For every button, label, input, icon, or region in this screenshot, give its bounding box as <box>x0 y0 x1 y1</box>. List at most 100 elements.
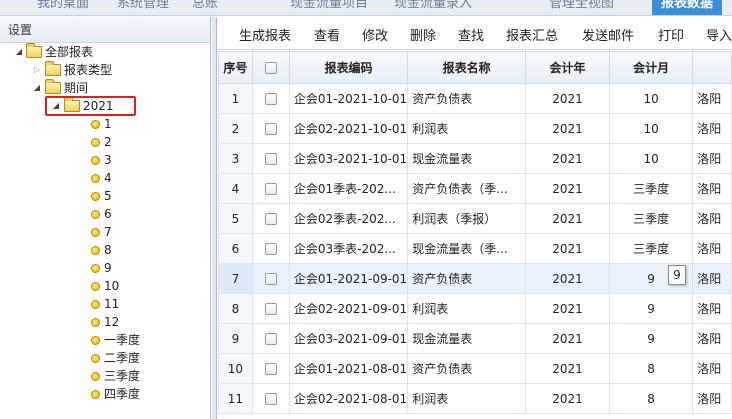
table-row[interactable]: 4 企会01季表-202... 资产负债表（季... 2021 三季度 洛阳 <box>218 173 732 204</box>
row-select-checkbox[interactable] <box>264 393 277 405</box>
row-select-checkbox[interactable] <box>264 153 277 165</box>
cell-extra[interactable]: 洛阳 <box>692 203 732 234</box>
tree-leaf-quarter-1[interactable]: 一季度 <box>0 331 200 349</box>
send-email-button[interactable]: 发送邮件 <box>582 25 634 44</box>
cell-fiscal-year[interactable]: 2021 <box>524 203 611 234</box>
tree-leaf-month-2[interactable]: 2 <box>0 133 200 151</box>
cell-extra[interactable]: 洛阳 <box>692 383 732 414</box>
tree-leaf-quarter-4[interactable]: 四季度 <box>0 385 200 403</box>
cell-fiscal-month[interactable]: 9 <box>609 323 694 354</box>
column-header-name[interactable]: 报表名称 <box>407 51 526 84</box>
cell-fiscal-month[interactable]: 10 <box>609 143 694 174</box>
table-row[interactable]: 3 企会03-2021-10-01 现金流量表 2021 10 洛阳 <box>218 143 732 174</box>
cell-fiscal-year[interactable]: 2021 <box>524 323 611 354</box>
cell-fiscal-month[interactable]: 8 <box>609 353 694 384</box>
tree-leaf-month-10[interactable]: 10 <box>0 277 200 295</box>
tree-leaf-month-1[interactable]: 1 <box>0 115 200 133</box>
row-select-checkbox[interactable] <box>264 183 277 195</box>
cell-extra[interactable]: 洛阳 <box>692 263 732 294</box>
cell-report-name[interactable]: 利润表（季报） <box>407 203 526 234</box>
tree-leaf-month-6[interactable]: 6 <box>0 205 200 223</box>
cell-seq[interactable]: 5 <box>218 203 253 234</box>
cell-report-code[interactable]: 企会02-2021-10-01 <box>288 113 409 144</box>
tab-cash-flow-entry[interactable]: 现金流量录入 <box>390 0 476 15</box>
cell-fiscal-year[interactable]: 2021 <box>524 353 611 384</box>
cell-report-name[interactable]: 资产负债表 <box>407 83 526 114</box>
report-summary-button[interactable]: 报表汇总 <box>506 25 558 44</box>
tree-node-all-reports[interactable]: ◢ 全部报表 <box>0 43 200 61</box>
cell-extra[interactable]: 洛阳 <box>692 293 732 324</box>
tab-my-desktop[interactable]: 我的桌面 <box>33 0 93 15</box>
tree-leaf-month-4[interactable]: 4 <box>0 169 200 187</box>
column-header-code[interactable]: 报表编码 <box>288 51 409 84</box>
cell-report-name[interactable]: 利润表 <box>407 293 526 324</box>
tree-leaf-month-3[interactable]: 3 <box>0 151 200 169</box>
cell-report-code[interactable]: 企会03季表-202... <box>288 233 409 264</box>
cell-seq[interactable]: 6 <box>218 233 253 264</box>
column-header-seq[interactable]: 序号 <box>218 51 253 84</box>
cell-fiscal-month[interactable]: 三季度 <box>609 203 694 234</box>
column-header-select-all[interactable] <box>251 51 290 84</box>
cell-seq[interactable]: 9 <box>218 323 253 354</box>
cell-seq[interactable]: 4 <box>218 173 253 204</box>
cell-extra[interactable]: 洛阳 <box>692 353 732 384</box>
table-row[interactable]: 5 企会02季表-202... 利润表（季报） 2021 三季度 洛阳 <box>218 203 732 234</box>
cell-report-name[interactable]: 资产负债表（季... <box>407 173 526 204</box>
tree-leaf-month-9[interactable]: 9 <box>0 259 200 277</box>
cell-report-name[interactable]: 利润表 <box>407 383 526 414</box>
cell-extra[interactable]: 洛阳 <box>692 173 732 204</box>
cell-report-code[interactable]: 企会01-2021-10-01 <box>288 83 409 114</box>
table-row[interactable]: 11 企会02-2021-08-01 利润表 2021 8 洛阳 <box>218 383 732 414</box>
delete-button[interactable]: 删除 <box>410 25 436 44</box>
column-header-month[interactable]: 会计月 <box>609 51 694 84</box>
tree-leaf-quarter-3[interactable]: 三季度 <box>0 367 200 385</box>
cell-fiscal-year[interactable]: 2021 <box>524 113 611 144</box>
cell-fiscal-year[interactable]: 2021 <box>524 173 611 204</box>
cell-fiscal-month[interactable]: 9 <box>609 293 694 324</box>
cell-fiscal-month[interactable]: 8 <box>609 383 694 414</box>
import-button[interactable]: 导入 <box>706 25 732 44</box>
column-header-extra[interactable] <box>692 51 732 84</box>
cell-report-code[interactable]: 企会01季表-202... <box>288 173 409 204</box>
cell-report-name[interactable]: 资产负债表 <box>407 263 526 294</box>
view-button[interactable]: 查看 <box>314 25 340 44</box>
tree-node-period[interactable]: ◢ 期间 <box>0 79 200 97</box>
row-select-checkbox[interactable] <box>264 213 277 225</box>
generate-report-button[interactable]: 生成报表 <box>239 25 291 44</box>
cell-report-name[interactable]: 资产负债表 <box>407 353 526 384</box>
column-header-year[interactable]: 会计年 <box>524 51 611 84</box>
tree-leaf-month-7[interactable]: 7 <box>0 223 200 241</box>
table-row[interactable]: 8 企会02-2021-09-01 利润表 2021 9 洛阳 <box>218 293 732 324</box>
tab-system-management[interactable]: 系统管理 <box>113 0 173 15</box>
cell-fiscal-year[interactable]: 2021 <box>524 263 611 294</box>
cell-extra[interactable]: 洛阳 <box>692 113 732 144</box>
expanded-arrow-icon[interactable]: ◢ <box>14 43 24 61</box>
cell-report-code[interactable]: 企会02-2021-09-01 <box>288 293 409 324</box>
cell-report-code[interactable]: 企会02-2021-08-01 <box>288 383 409 414</box>
cell-report-name[interactable]: 现金流量表 <box>407 143 526 174</box>
select-all-checkbox[interactable] <box>264 62 277 74</box>
row-select-checkbox[interactable] <box>264 243 277 255</box>
cell-extra[interactable]: 洛阳 <box>692 323 732 354</box>
row-select-checkbox[interactable] <box>264 93 277 105</box>
cell-report-name[interactable]: 利润表 <box>407 113 526 144</box>
tree-leaf-month-11[interactable]: 11 <box>0 295 200 313</box>
cell-fiscal-month[interactable]: 10 <box>609 83 694 114</box>
row-select-checkbox[interactable] <box>264 303 277 315</box>
table-row[interactable]: 6 企会03季表-202... 现金流量表（季... 2021 三季度 洛阳 <box>218 233 732 264</box>
cell-seq[interactable]: 3 <box>218 143 253 174</box>
table-row[interactable]: 1 企会01-2021-10-01 资产负债表 2021 10 洛阳 <box>218 83 732 114</box>
cell-extra[interactable]: 洛阳 <box>692 143 732 174</box>
cell-seq[interactable]: 2 <box>218 113 253 144</box>
tree-leaf-month-5[interactable]: 5 <box>0 187 200 205</box>
table-row[interactable]: 7 企会01-2021-09-01 资产负债表 2021 9 洛阳 <box>218 263 732 294</box>
tab-cash-flow-items[interactable]: 现金流量项目 <box>286 0 372 15</box>
cell-fiscal-year[interactable]: 2021 <box>524 83 611 114</box>
collapsed-arrow-icon[interactable]: ▷ <box>32 61 42 79</box>
cell-seq[interactable]: 1 <box>218 83 253 114</box>
tree-leaf-quarter-2[interactable]: 二季度 <box>0 349 200 367</box>
cell-report-name[interactable]: 现金流量表（季... <box>407 233 526 264</box>
cell-seq[interactable]: 7 <box>218 263 253 294</box>
cell-seq[interactable]: 11 <box>218 383 253 414</box>
cell-report-code[interactable]: 企会02季表-202... <box>288 203 409 234</box>
